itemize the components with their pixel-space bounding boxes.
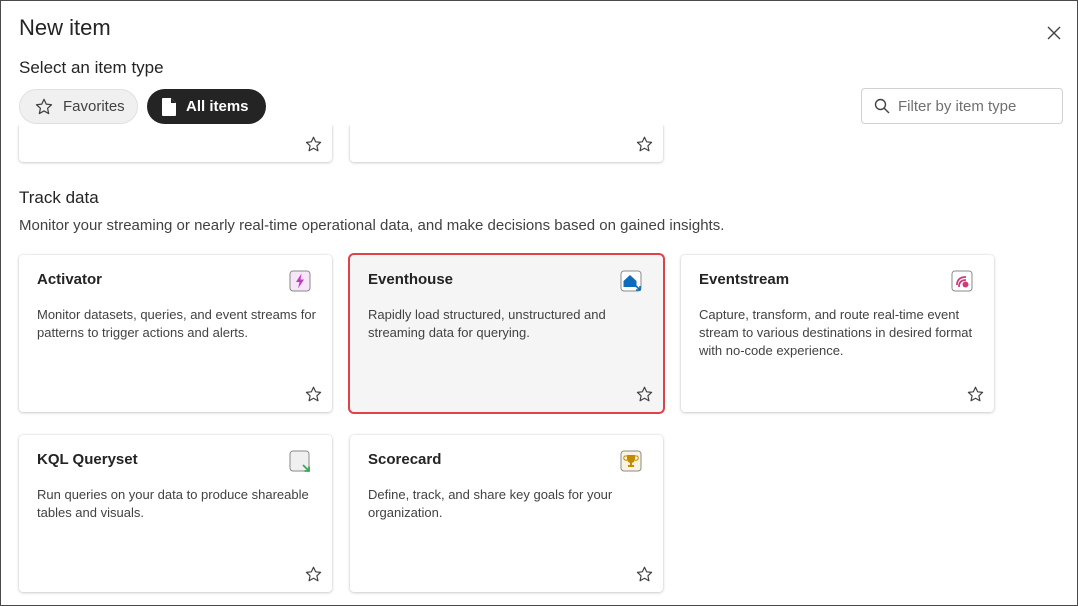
favorite-star-button[interactable] xyxy=(964,383,986,405)
close-icon xyxy=(1047,26,1061,40)
item-card-description: Rapidly load structured, unstructured an… xyxy=(368,307,606,340)
star-outline-icon xyxy=(636,566,652,581)
all-items-filter-label: All items xyxy=(186,98,249,115)
item-card-name: Scorecard xyxy=(368,451,442,468)
item-card-description: Run queries on your data to produce shar… xyxy=(37,487,309,520)
star-outline-icon xyxy=(305,566,321,581)
filter-search-box[interactable] xyxy=(861,88,1063,124)
star-outline-icon xyxy=(636,136,652,151)
close-button[interactable] xyxy=(1041,20,1067,46)
item-card-scorecard[interactable]: Scorecard Define, track, and share key g… xyxy=(350,435,663,592)
item-card-eventstream[interactable]: Eventstream Capture, transform, and rout… xyxy=(681,255,994,412)
activator-icon xyxy=(288,269,312,293)
star-outline-icon xyxy=(967,386,983,401)
item-card-description: Monitor datasets, queries, and event str… xyxy=(37,307,316,340)
item-card-description: Capture, transform, and route real-time … xyxy=(699,307,973,358)
star-icon xyxy=(35,98,53,114)
star-outline-icon xyxy=(305,136,321,151)
dialog-title: New item xyxy=(19,15,111,40)
scorecard-icon xyxy=(619,449,643,473)
item-card-name: Activator xyxy=(37,271,103,288)
section-description: Monitor your streaming or nearly real-ti… xyxy=(19,217,725,234)
new-item-dialog: New item Select an item type Favorites A… xyxy=(0,0,1078,606)
item-card-name: Eventhouse xyxy=(368,271,454,288)
dialog-subtitle: Select an item type xyxy=(19,58,164,77)
item-card-partial[interactable] xyxy=(350,125,663,162)
favorite-star-button[interactable] xyxy=(633,133,655,155)
favorites-filter-button[interactable]: Favorites xyxy=(19,89,138,124)
item-card-name: Eventstream xyxy=(699,271,790,288)
favorites-filter-label: Favorites xyxy=(63,98,125,115)
favorite-star-button[interactable] xyxy=(302,383,324,405)
item-card-partial[interactable] xyxy=(19,125,332,162)
search-icon xyxy=(874,98,890,114)
filter-search-input[interactable] xyxy=(898,97,1058,115)
document-icon xyxy=(162,97,176,116)
star-outline-icon xyxy=(305,386,321,401)
section-title: Track data xyxy=(19,188,99,207)
item-card-description: Define, track, and share key goals for y… xyxy=(368,487,613,520)
favorite-star-button[interactable] xyxy=(633,383,655,405)
item-card-activator[interactable]: Activator Monitor datasets, queries, and… xyxy=(19,255,332,412)
favorite-star-button[interactable] xyxy=(302,563,324,585)
item-list-scroll-area[interactable]: Track data Monitor your streaming or nea… xyxy=(1,125,1077,605)
eventstream-icon xyxy=(950,269,974,293)
kql-queryset-icon xyxy=(288,449,312,473)
eventhouse-icon xyxy=(619,269,643,293)
favorite-star-button[interactable] xyxy=(633,563,655,585)
item-card-eventhouse[interactable]: Eventhouse Rapidly load structured, unst… xyxy=(348,253,665,414)
star-outline-icon xyxy=(636,386,652,401)
favorite-star-button[interactable] xyxy=(302,133,324,155)
item-card-name: KQL Queryset xyxy=(37,451,138,468)
all-items-filter-button[interactable]: All items xyxy=(147,89,266,124)
item-card-kql-queryset[interactable]: KQL Queryset Run queries on your data to… xyxy=(19,435,332,592)
